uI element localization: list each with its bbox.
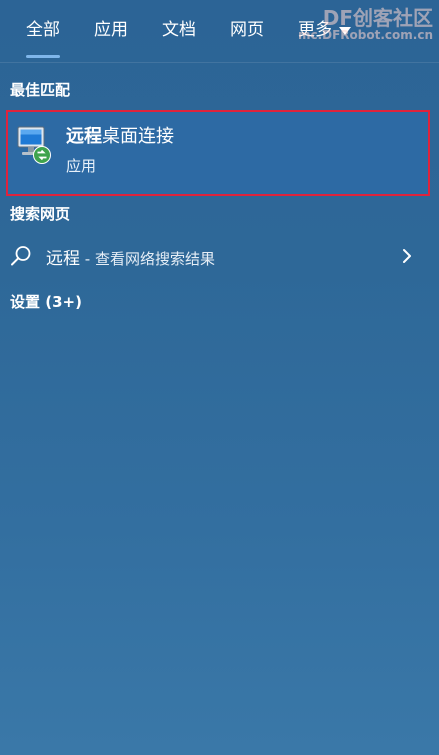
- web-search-heading: 搜索网页: [10, 205, 71, 223]
- tab-all[interactable]: 全部: [26, 19, 60, 58]
- search-icon: [11, 246, 31, 266]
- tab-web[interactable]: 网页: [230, 19, 264, 41]
- chevron-down-icon[interactable]: [339, 27, 351, 35]
- web-search-text: 远程 - 查看网络搜索结果: [46, 244, 215, 269]
- web-search-suffix: - 查看网络搜索结果: [80, 250, 215, 268]
- tab-more[interactable]: 更多: [298, 19, 332, 41]
- best-match-result[interactable]: 远程桌面连接 应用: [6, 110, 430, 196]
- app-name-highlight: 远程: [66, 126, 102, 147]
- web-search-query: 远程: [46, 249, 80, 269]
- chevron-right-icon[interactable]: [400, 246, 414, 266]
- app-name-rest: 桌面连接: [102, 126, 174, 147]
- app-type-label: 应用: [66, 157, 97, 175]
- filter-tabs: 全部 应用 文档 网页 更多: [0, 0, 439, 63]
- web-search-result[interactable]: 远程 - 查看网络搜索结果: [0, 236, 439, 276]
- app-name: 远程桌面连接: [66, 122, 174, 148]
- best-match-heading: 最佳匹配: [10, 81, 71, 99]
- settings-heading[interactable]: 设置 (3+): [10, 291, 82, 312]
- tab-apps[interactable]: 应用: [94, 19, 128, 41]
- remote-desktop-icon: [17, 126, 51, 164]
- tab-documents[interactable]: 文档: [162, 19, 196, 41]
